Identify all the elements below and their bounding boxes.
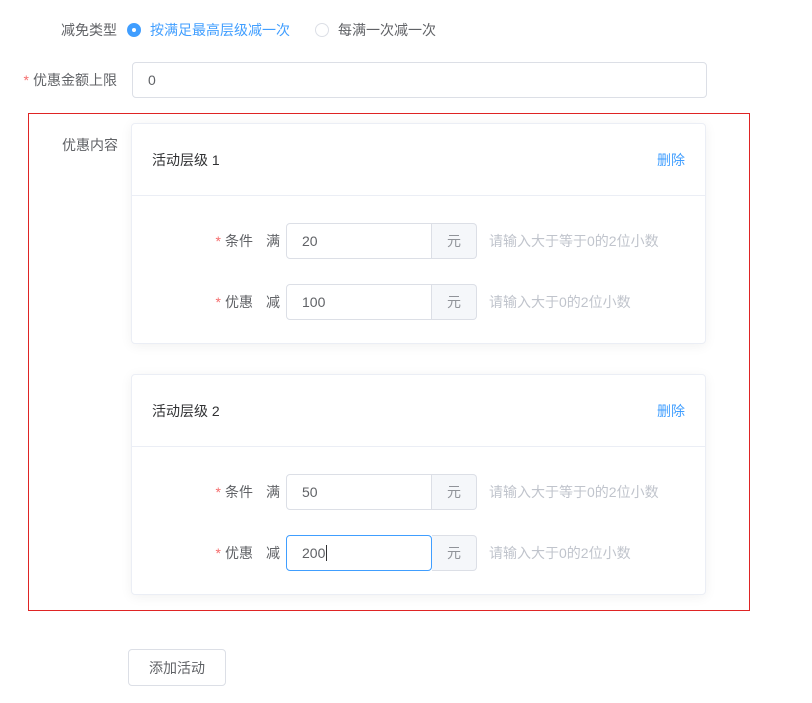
discount-prefix: 减	[266, 543, 280, 563]
reduction-type-row: 减免类型 按满足最高层级减一次 每满一次减一次	[0, 20, 812, 40]
condition-label: *条件	[207, 231, 253, 251]
required-asterisk: *	[216, 294, 221, 310]
radio-selected-icon[interactable]	[127, 23, 141, 37]
radio-option-highest-tier[interactable]: 按满足最高层级减一次	[127, 20, 290, 40]
text-cursor	[326, 545, 327, 561]
discount-hint: 请输入大于0的2位小数	[489, 543, 631, 563]
discount-input-group-focused: 元	[286, 535, 477, 571]
discount-input[interactable]	[286, 535, 432, 571]
condition-row: *条件 满 元 请输入大于等于0的2位小数	[132, 474, 705, 510]
promotion-form: 减免类型 按满足最高层级减一次 每满一次减一次 *优惠金额上限 优惠内容 活动层…	[0, 0, 812, 686]
delete-tier-link[interactable]: 删除	[657, 150, 685, 170]
discount-row: *优惠 减 元 请输入大于0的2位小数	[132, 535, 705, 571]
tier-card-header: 活动层级 2 删除	[132, 375, 705, 447]
unit-append: 元	[432, 474, 477, 510]
radio-unselected-icon[interactable]	[315, 23, 329, 37]
condition-prefix: 满	[266, 482, 280, 502]
discount-content-section: 优惠内容 活动层级 1 删除 *条件 满 元 请输入大于等于0	[28, 113, 750, 611]
condition-prefix: 满	[266, 231, 280, 251]
discount-limit-input[interactable]	[132, 62, 707, 98]
tier-card-body: *条件 满 元 请输入大于等于0的2位小数 *优惠 减	[132, 447, 705, 594]
required-asterisk: *	[24, 72, 29, 88]
discount-limit-label: *优惠金额上限	[0, 70, 117, 90]
unit-append: 元	[432, 284, 477, 320]
condition-hint: 请输入大于等于0的2位小数	[489, 482, 659, 502]
required-asterisk: *	[216, 484, 221, 500]
reduction-type-radio-group: 按满足最高层级减一次 每满一次减一次	[127, 20, 436, 40]
discount-prefix: 减	[266, 292, 280, 312]
reduction-type-label: 减免类型	[0, 20, 117, 40]
tier-card-header: 活动层级 1 删除	[132, 124, 705, 196]
discount-input-group: 元	[286, 284, 477, 320]
discount-row: *优惠 减 元 请输入大于0的2位小数	[132, 284, 705, 320]
tier-card-1: 活动层级 1 删除 *条件 满 元 请输入大于等于0的2位小数 *优惠	[131, 123, 706, 344]
radio-option-label: 按满足最高层级减一次	[150, 20, 290, 40]
required-asterisk: *	[216, 233, 221, 249]
discount-content-label: 优惠内容	[29, 114, 118, 595]
discount-label: *优惠	[207, 543, 253, 563]
delete-tier-link[interactable]: 删除	[657, 401, 685, 421]
unit-append: 元	[432, 535, 477, 571]
condition-input-group: 元	[286, 474, 477, 510]
tier-cards: 活动层级 1 删除 *条件 满 元 请输入大于等于0的2位小数 *优惠	[131, 114, 706, 595]
radio-option-every-time[interactable]: 每满一次减一次	[315, 20, 436, 40]
discount-input[interactable]	[286, 284, 432, 320]
add-activity-button[interactable]: 添加活动	[128, 649, 226, 686]
tier-card-title: 活动层级 2	[152, 401, 220, 421]
discount-label: *优惠	[207, 292, 253, 312]
condition-input-group: 元	[286, 223, 477, 259]
discount-limit-row: *优惠金额上限	[0, 62, 812, 98]
condition-row: *条件 满 元 请输入大于等于0的2位小数	[132, 223, 705, 259]
tier-card-title: 活动层级 1	[152, 150, 220, 170]
condition-input[interactable]	[286, 474, 432, 510]
unit-append: 元	[432, 223, 477, 259]
required-asterisk: *	[216, 545, 221, 561]
condition-label: *条件	[207, 482, 253, 502]
discount-hint: 请输入大于0的2位小数	[489, 292, 631, 312]
condition-hint: 请输入大于等于0的2位小数	[489, 231, 659, 251]
tier-card-body: *条件 满 元 请输入大于等于0的2位小数 *优惠 减 元	[132, 196, 705, 343]
tier-card-2: 活动层级 2 删除 *条件 满 元 请输入大于等于0的2位小数 *优惠	[131, 374, 706, 595]
condition-input[interactable]	[286, 223, 432, 259]
radio-option-label: 每满一次减一次	[338, 20, 436, 40]
